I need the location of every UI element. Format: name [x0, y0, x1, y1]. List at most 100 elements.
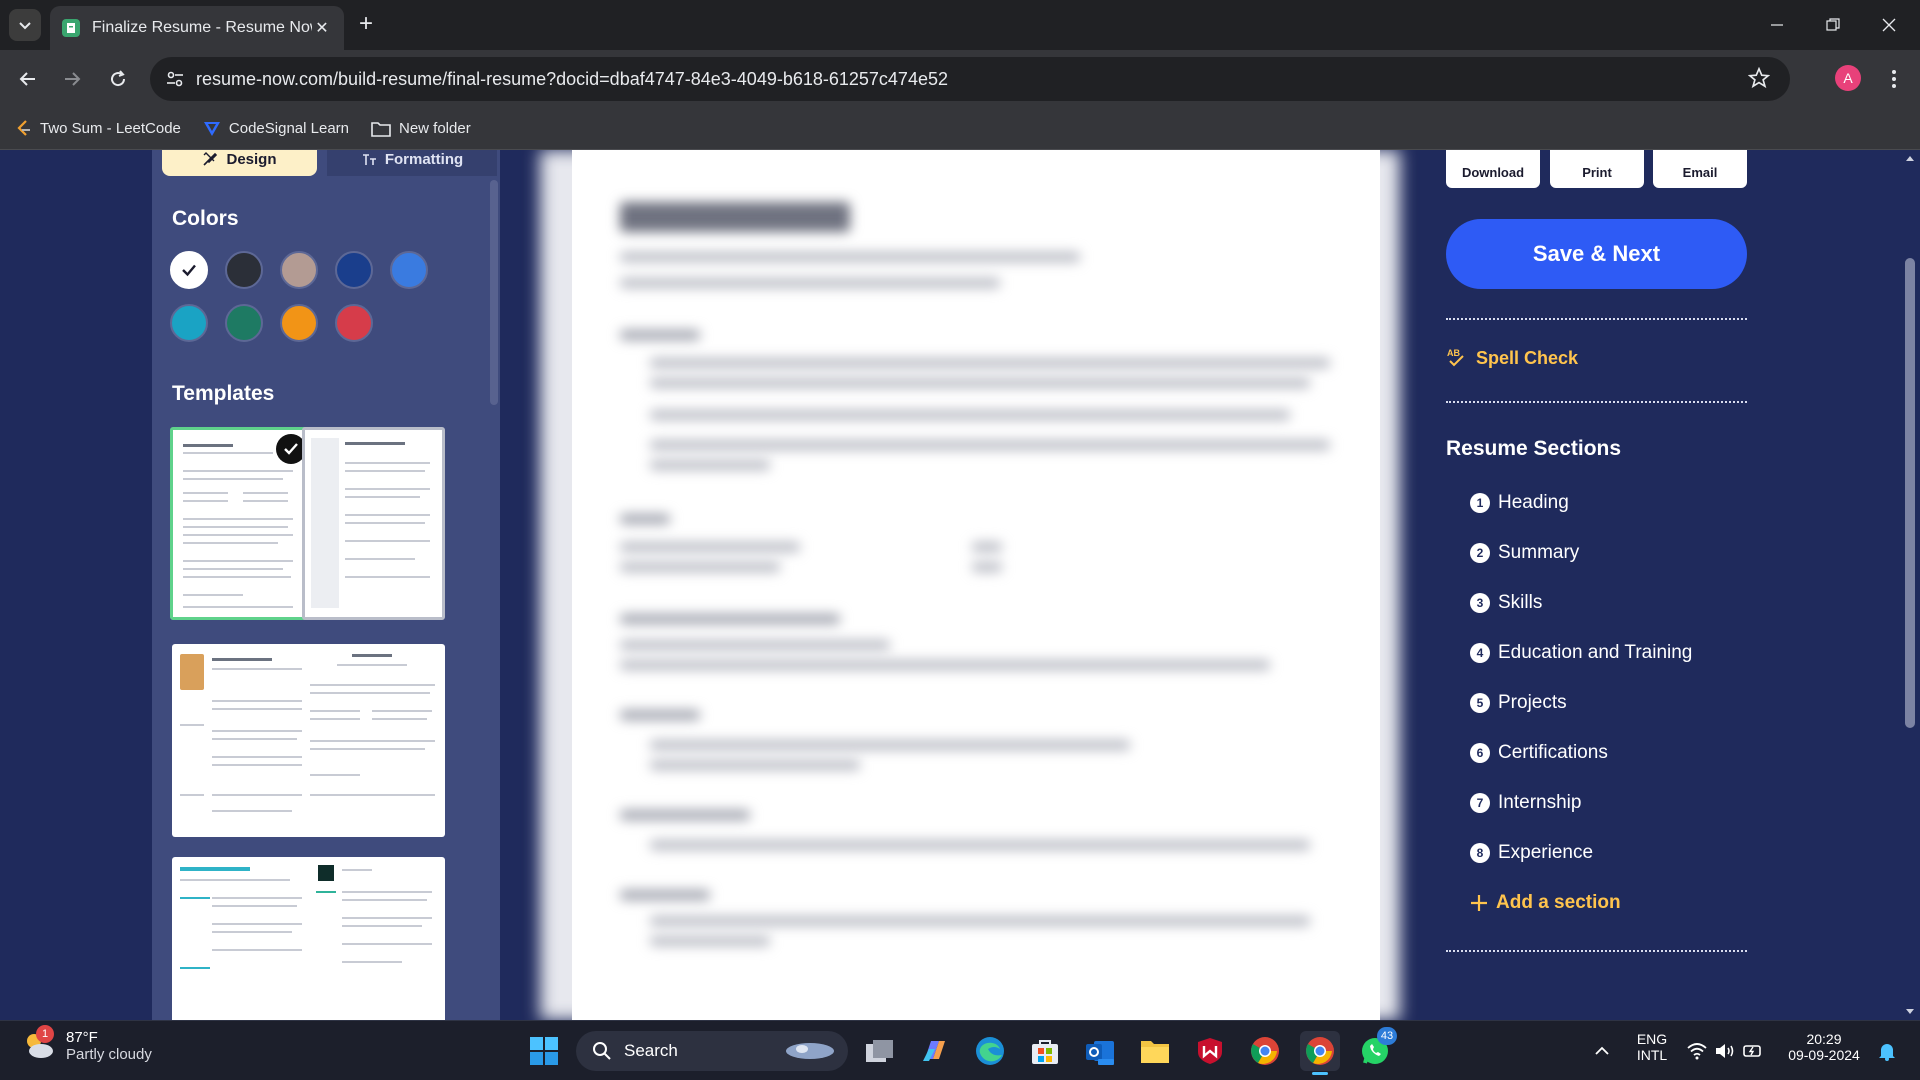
color-swatch[interactable]	[225, 304, 263, 342]
url-text[interactable]: resume-now.com/build-resume/final-resume…	[196, 69, 948, 90]
panel-tabs: Design Formatting	[162, 150, 500, 184]
section-item-experience[interactable]: 8 Experience	[1470, 842, 1593, 864]
section-number: 4	[1470, 643, 1490, 663]
color-swatch[interactable]	[335, 304, 373, 342]
minimize-button[interactable]	[1750, 0, 1804, 50]
language-bottom: INTL	[1636, 1047, 1668, 1063]
browser-menu-button[interactable]	[1880, 63, 1908, 95]
section-label: Projects	[1498, 692, 1567, 713]
template-thumbnail-5[interactable]	[172, 857, 315, 1020]
weather-temp: 87°F	[66, 1029, 98, 1046]
bookmark-star-icon[interactable]	[1748, 67, 1770, 89]
color-swatch[interactable]	[335, 251, 373, 289]
new-tab-button[interactable]: +	[352, 10, 380, 38]
mcafee-button[interactable]	[1190, 1031, 1230, 1071]
template-thumbnail-3[interactable]	[172, 644, 315, 837]
download-button[interactable]: Download	[1446, 150, 1540, 188]
system-tray-status[interactable]	[1680, 1031, 1770, 1071]
bookmarks-bar: Two Sum - LeetCode CodeSignal Learn New …	[0, 108, 1920, 150]
section-label: Skills	[1498, 592, 1543, 613]
section-item-certifications[interactable]: 6 Certifications	[1470, 742, 1608, 764]
show-hidden-icons-button[interactable]	[1582, 1031, 1622, 1071]
scroll-thumb[interactable]	[1905, 258, 1915, 728]
codesignal-icon	[203, 121, 220, 136]
print-button[interactable]: Print	[1550, 150, 1644, 188]
color-swatch[interactable]	[170, 251, 208, 289]
copilot-button[interactable]	[915, 1031, 955, 1071]
section-number: 5	[1470, 693, 1490, 713]
section-item-projects[interactable]: 5 Projects	[1470, 692, 1567, 714]
color-swatch[interactable]	[170, 304, 208, 342]
email-button[interactable]: Email	[1653, 150, 1747, 188]
tab-formatting[interactable]: Formatting	[327, 150, 497, 176]
clock[interactable]: 20:29 09-09-2024	[1776, 1031, 1872, 1063]
weather-widget[interactable]: 1 87°F Partly cloudy	[22, 1025, 152, 1063]
chrome-button-1[interactable]	[1245, 1031, 1285, 1071]
resume-sections-title: Resume Sections	[1446, 437, 1622, 460]
task-view-icon	[866, 1040, 893, 1062]
bookmark-new-folder[interactable]: New folder	[371, 120, 471, 137]
edge-button[interactable]	[970, 1031, 1010, 1071]
wifi-icon	[1687, 1043, 1707, 1060]
save-next-button[interactable]: Save & Next	[1446, 219, 1747, 289]
section-item-heading[interactable]: 1 Heading	[1470, 492, 1569, 514]
section-item-internship[interactable]: 7 Internship	[1470, 792, 1581, 814]
color-swatch[interactable]	[225, 251, 263, 289]
plus-icon	[1471, 895, 1487, 911]
panel-scrollbar[interactable]	[490, 180, 498, 405]
add-section-button[interactable]: Add a section	[1470, 892, 1621, 914]
bookmark-label: New folder	[399, 120, 471, 137]
file-explorer-button[interactable]	[1135, 1031, 1175, 1071]
template-thumbnail-4[interactable]	[302, 644, 445, 837]
color-swatch[interactable]	[280, 304, 318, 342]
weather-badge: 1	[36, 1025, 54, 1043]
add-section-label: Add a section	[1496, 892, 1621, 913]
spell-check-icon: AB	[1447, 348, 1464, 367]
outlook-button[interactable]	[1080, 1031, 1120, 1071]
download-label: Download	[1461, 165, 1525, 180]
tab-close-icon[interactable]: ✕	[312, 18, 332, 38]
notifications-button[interactable]	[1872, 1031, 1902, 1071]
page-scrollbar[interactable]	[1900, 150, 1920, 1020]
profile-avatar[interactable]: A	[1835, 65, 1861, 91]
restore-button[interactable]	[1806, 0, 1860, 50]
site-settings-icon[interactable]	[166, 70, 184, 88]
copilot-icon	[923, 1041, 945, 1061]
chrome-button-active[interactable]	[1300, 1031, 1340, 1075]
color-swatch[interactable]	[280, 251, 318, 289]
bookmark-leetcode[interactable]: Two Sum - LeetCode	[16, 119, 181, 138]
scroll-down-icon[interactable]	[1900, 1006, 1920, 1018]
start-button[interactable]	[524, 1031, 564, 1071]
section-item-education[interactable]: 4 Education and Training	[1470, 642, 1692, 664]
scroll-up-icon[interactable]	[1900, 152, 1920, 164]
tab-search-button[interactable]	[9, 9, 41, 41]
minimize-icon	[1771, 24, 1783, 26]
email-label: Email	[1682, 165, 1718, 180]
back-button[interactable]	[12, 63, 44, 95]
task-view-button[interactable]	[860, 1031, 900, 1071]
tab-design[interactable]: Design	[162, 150, 317, 176]
address-bar[interactable]: resume-now.com/build-resume/final-resume…	[150, 57, 1790, 101]
color-swatch[interactable]	[390, 251, 428, 289]
chrome-icon	[1306, 1037, 1334, 1065]
language-indicator[interactable]: ENG INTL	[1632, 1031, 1672, 1063]
close-window-button[interactable]	[1862, 0, 1916, 50]
section-item-skills[interactable]: 3 Skills	[1470, 592, 1542, 614]
reload-button[interactable]	[102, 63, 134, 95]
section-item-summary[interactable]: 2 Summary	[1470, 542, 1579, 564]
taskbar-search[interactable]: Search	[576, 1031, 848, 1071]
forward-button[interactable]	[56, 63, 88, 95]
section-number: 6	[1470, 743, 1490, 763]
language-top: ENG	[1636, 1031, 1668, 1047]
store-button[interactable]	[1025, 1031, 1065, 1071]
section-label: Internship	[1498, 792, 1582, 813]
bookmark-codesignal[interactable]: CodeSignal Learn	[203, 120, 349, 137]
template-thumbnail-2[interactable]	[302, 427, 445, 620]
template-thumbnail-1[interactable]	[170, 427, 313, 620]
whatsapp-button[interactable]: 43	[1355, 1027, 1397, 1071]
template-thumbnail-6[interactable]	[302, 857, 445, 1020]
spell-check-label: Spell Check	[1476, 347, 1579, 368]
outlook-icon	[1086, 1041, 1114, 1065]
browser-tab[interactable]: Finalize Resume - Resume Now ✕	[50, 6, 344, 50]
spell-check-button[interactable]: AB Spell Check	[1446, 347, 1578, 369]
